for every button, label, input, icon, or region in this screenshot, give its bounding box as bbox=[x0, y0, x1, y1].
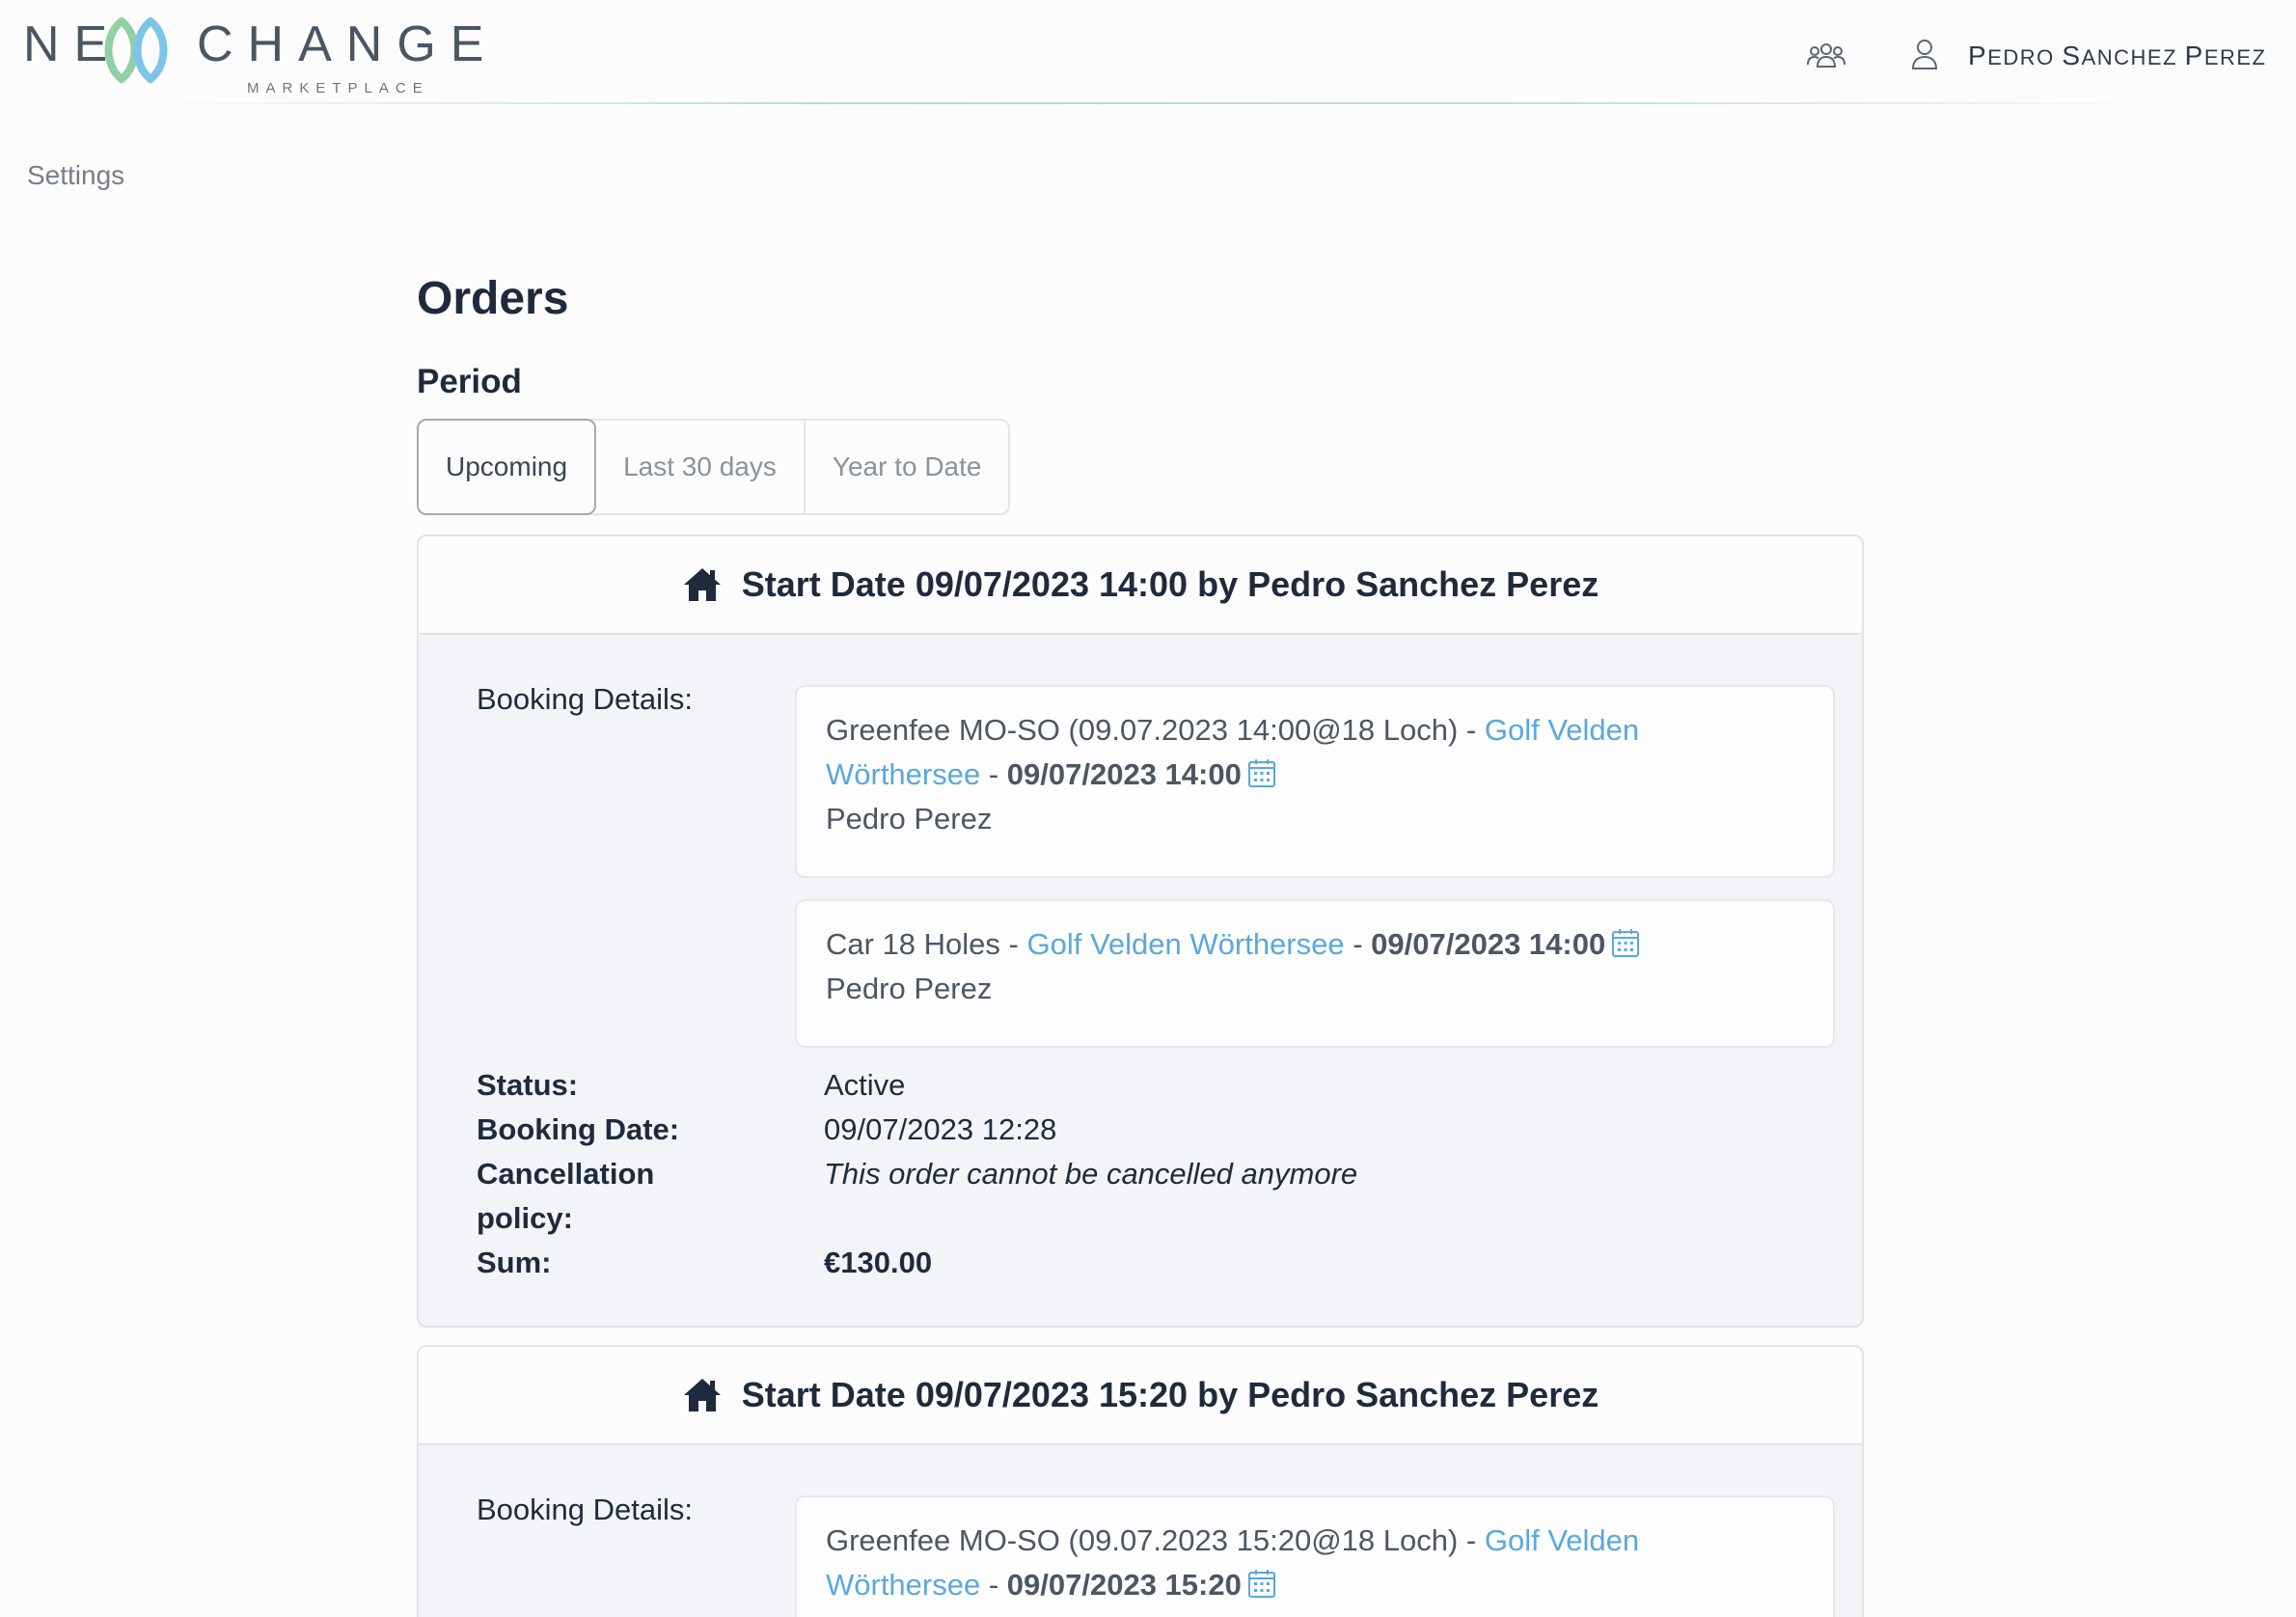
status-label: Status: bbox=[477, 1068, 579, 1102]
brand-logo[interactable]: NE CHANGE MARKETPLACE bbox=[23, 17, 483, 96]
booking-datetime: 09/07/2023 14:00 bbox=[1371, 927, 1606, 961]
booking-details-label: Booking Details: bbox=[477, 682, 694, 716]
home-icon bbox=[683, 1379, 721, 1411]
cancellation-label: Cancellation bbox=[477, 1157, 655, 1191]
booking-guest: Pedro Perez bbox=[826, 972, 993, 1005]
booking-item-title: Greenfee MO-SO (09.07.2023 15:20@18 Loch… bbox=[826, 1523, 1459, 1557]
booking-item: Greenfee MO-SO (09.07.2023 14:00@18 Loch… bbox=[795, 685, 1835, 878]
home-icon bbox=[683, 568, 721, 601]
booking-item-line: Greenfee MO-SO (09.07.2023 15:20@18 Loch… bbox=[826, 1519, 1804, 1563]
booking-item-line: Wörthersee - 09/07/2023 14:00 bbox=[826, 753, 1804, 797]
venue-link[interactable]: Golf Velden Wörthersee bbox=[1026, 927, 1344, 961]
order-card: Start Date 09/07/2023 14:00 by Pedro San… bbox=[417, 534, 1864, 1328]
booking-item-title: Car 18 Holes bbox=[826, 927, 1000, 961]
tab-upcoming[interactable]: Upcoming bbox=[417, 419, 597, 515]
order-header-text: Start Date 09/07/2023 14:00 by Pedro San… bbox=[741, 564, 1599, 604]
user-name-part: PEDRO bbox=[1968, 41, 2063, 70]
booking-item-line: Greenfee MO-SO (09.07.2023 14:00@18 Loch… bbox=[826, 708, 1804, 753]
order-card: Start Date 09/07/2023 15:20 by Pedro San… bbox=[417, 1345, 1864, 1617]
booking-date-label: Booking Date: bbox=[477, 1112, 680, 1146]
order-card-header: Start Date 09/07/2023 15:20 by Pedro San… bbox=[419, 1347, 1862, 1445]
cancellation-label-cont: policy: bbox=[477, 1201, 573, 1235]
venue-link[interactable]: Golf Velden bbox=[1485, 713, 1639, 747]
calendar-icon[interactable] bbox=[1247, 757, 1276, 788]
tab-last-30-days[interactable]: Last 30 days bbox=[596, 421, 806, 513]
order-header-text: Start Date 09/07/2023 15:20 by Pedro San… bbox=[741, 1375, 1599, 1414]
period-tabs: Upcoming Last 30 days Year to Date bbox=[417, 419, 1011, 515]
top-header: NE CHANGE MARKETPLACE PEDRO SANCHEZ PERE… bbox=[0, 0, 2296, 106]
order-card-header: Start Date 09/07/2023 14:00 by Pedro San… bbox=[419, 536, 1862, 635]
separator: - bbox=[999, 927, 1027, 961]
header-divider bbox=[145, 102, 2161, 104]
group-icon[interactable] bbox=[1804, 39, 1848, 71]
cancellation-policy-value: This order cannot be cancelled anymore bbox=[824, 1157, 1358, 1191]
user-name-link[interactable]: PEDRO SANCHEZ PEREZ bbox=[1968, 39, 2267, 75]
venue-link[interactable]: Wörthersee bbox=[826, 757, 980, 791]
logo-text-right: CHANGE bbox=[197, 16, 499, 72]
booking-datetime: 09/07/2023 14:00 bbox=[1006, 757, 1242, 791]
separator: - bbox=[1344, 927, 1372, 961]
venue-link[interactable]: Wörthersee bbox=[826, 1568, 980, 1602]
booking-guest: Pedro Perez bbox=[826, 802, 993, 836]
calendar-icon[interactable] bbox=[1247, 1568, 1276, 1599]
logo-subtitle: MARKETPLACE bbox=[247, 80, 429, 96]
separator: - bbox=[1458, 1523, 1485, 1557]
period-label: Period bbox=[417, 363, 522, 400]
separator: - bbox=[980, 1568, 1007, 1602]
booking-item-title: Greenfee MO-SO (09.07.2023 14:00@18 Loch… bbox=[826, 713, 1459, 747]
user-name-part: PEREZ bbox=[2184, 41, 2267, 70]
booking-item-line: Car 18 Holes - Golf Velden Wörthersee - … bbox=[826, 922, 1804, 967]
booking-item: Greenfee MO-SO (09.07.2023 15:20@18 Loch… bbox=[795, 1495, 1835, 1617]
calendar-icon[interactable] bbox=[1611, 927, 1640, 958]
user-name-part: SANCHEZ bbox=[2062, 41, 2185, 70]
booking-details-label: Booking Details: bbox=[477, 1493, 694, 1526]
venue-link[interactable]: Golf Velden bbox=[1485, 1523, 1639, 1557]
status-value: Active bbox=[824, 1068, 906, 1102]
booking-datetime: 09/07/2023 15:20 bbox=[1006, 1568, 1242, 1602]
sum-label: Sum: bbox=[477, 1246, 552, 1279]
separator: - bbox=[980, 757, 1007, 791]
sum-value: €130.00 bbox=[824, 1246, 933, 1279]
booking-date-value: 09/07/2023 12:28 bbox=[824, 1112, 1057, 1146]
separator: - bbox=[1458, 713, 1485, 747]
page: NE CHANGE MARKETPLACE PEDRO SANCHEZ PERE… bbox=[0, 0, 2296, 1617]
booking-item-line: Wörthersee - 09/07/2023 15:20 bbox=[826, 1563, 1804, 1607]
booking-item: Car 18 Holes - Golf Velden Wörthersee - … bbox=[795, 899, 1835, 1048]
user-icon[interactable] bbox=[1910, 37, 1939, 71]
settings-link[interactable]: Settings bbox=[27, 158, 124, 193]
tab-year-to-date[interactable]: Year to Date bbox=[806, 421, 1009, 513]
page-title: Orders bbox=[417, 273, 569, 324]
